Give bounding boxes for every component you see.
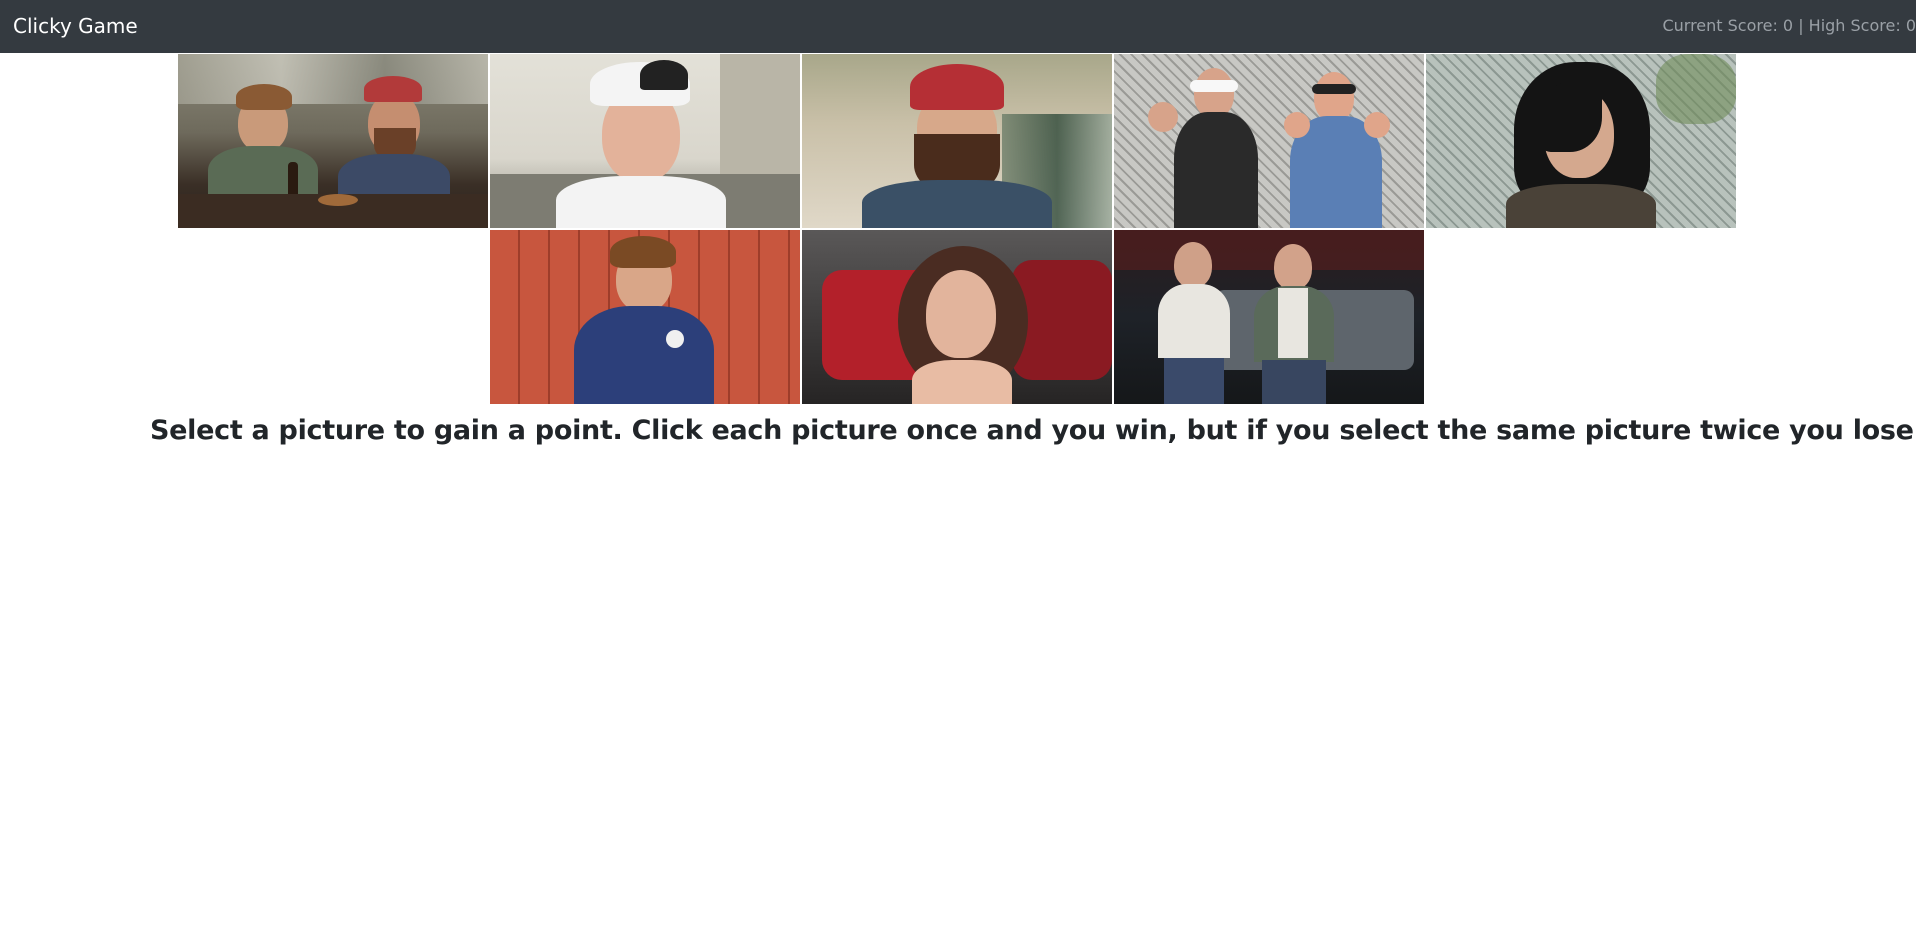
picture-tile-8[interactable] — [1114, 230, 1424, 404]
top-navbar: Clicky Game Current Score: 0 | High Scor… — [0, 0, 1916, 53]
photo-man-red-barn — [490, 230, 800, 404]
picture-grid — [177, 54, 1737, 406]
photo-two-men-night-truck — [1114, 230, 1424, 404]
photo-bearded-man-red-cap — [802, 54, 1112, 228]
photo-bar-table-two-men — [178, 54, 488, 228]
score-display: Current Score: 0 | High Score: 0 — [1662, 16, 1916, 35]
photo-two-men-boxing-fence — [1114, 54, 1424, 228]
picture-row-2 — [177, 230, 1737, 404]
picture-tile-6[interactable] — [490, 230, 800, 404]
picture-tile-7[interactable] — [802, 230, 1112, 404]
picture-tile-5[interactable] — [1426, 54, 1736, 228]
instructions-text: Select a picture to gain a point. Click … — [150, 415, 1916, 446]
picture-tile-4[interactable] — [1114, 54, 1424, 228]
picture-row-1 — [177, 54, 1737, 228]
photo-man-white-cap — [490, 54, 800, 228]
picture-tile-1[interactable] — [178, 54, 488, 228]
photo-woman-lying-red-bag — [802, 230, 1112, 404]
brand-title[interactable]: Clicky Game — [13, 13, 138, 39]
photo-dark-hair-woman-fence — [1426, 54, 1736, 228]
picture-tile-2[interactable] — [490, 54, 800, 228]
picture-tile-3[interactable] — [802, 54, 1112, 228]
